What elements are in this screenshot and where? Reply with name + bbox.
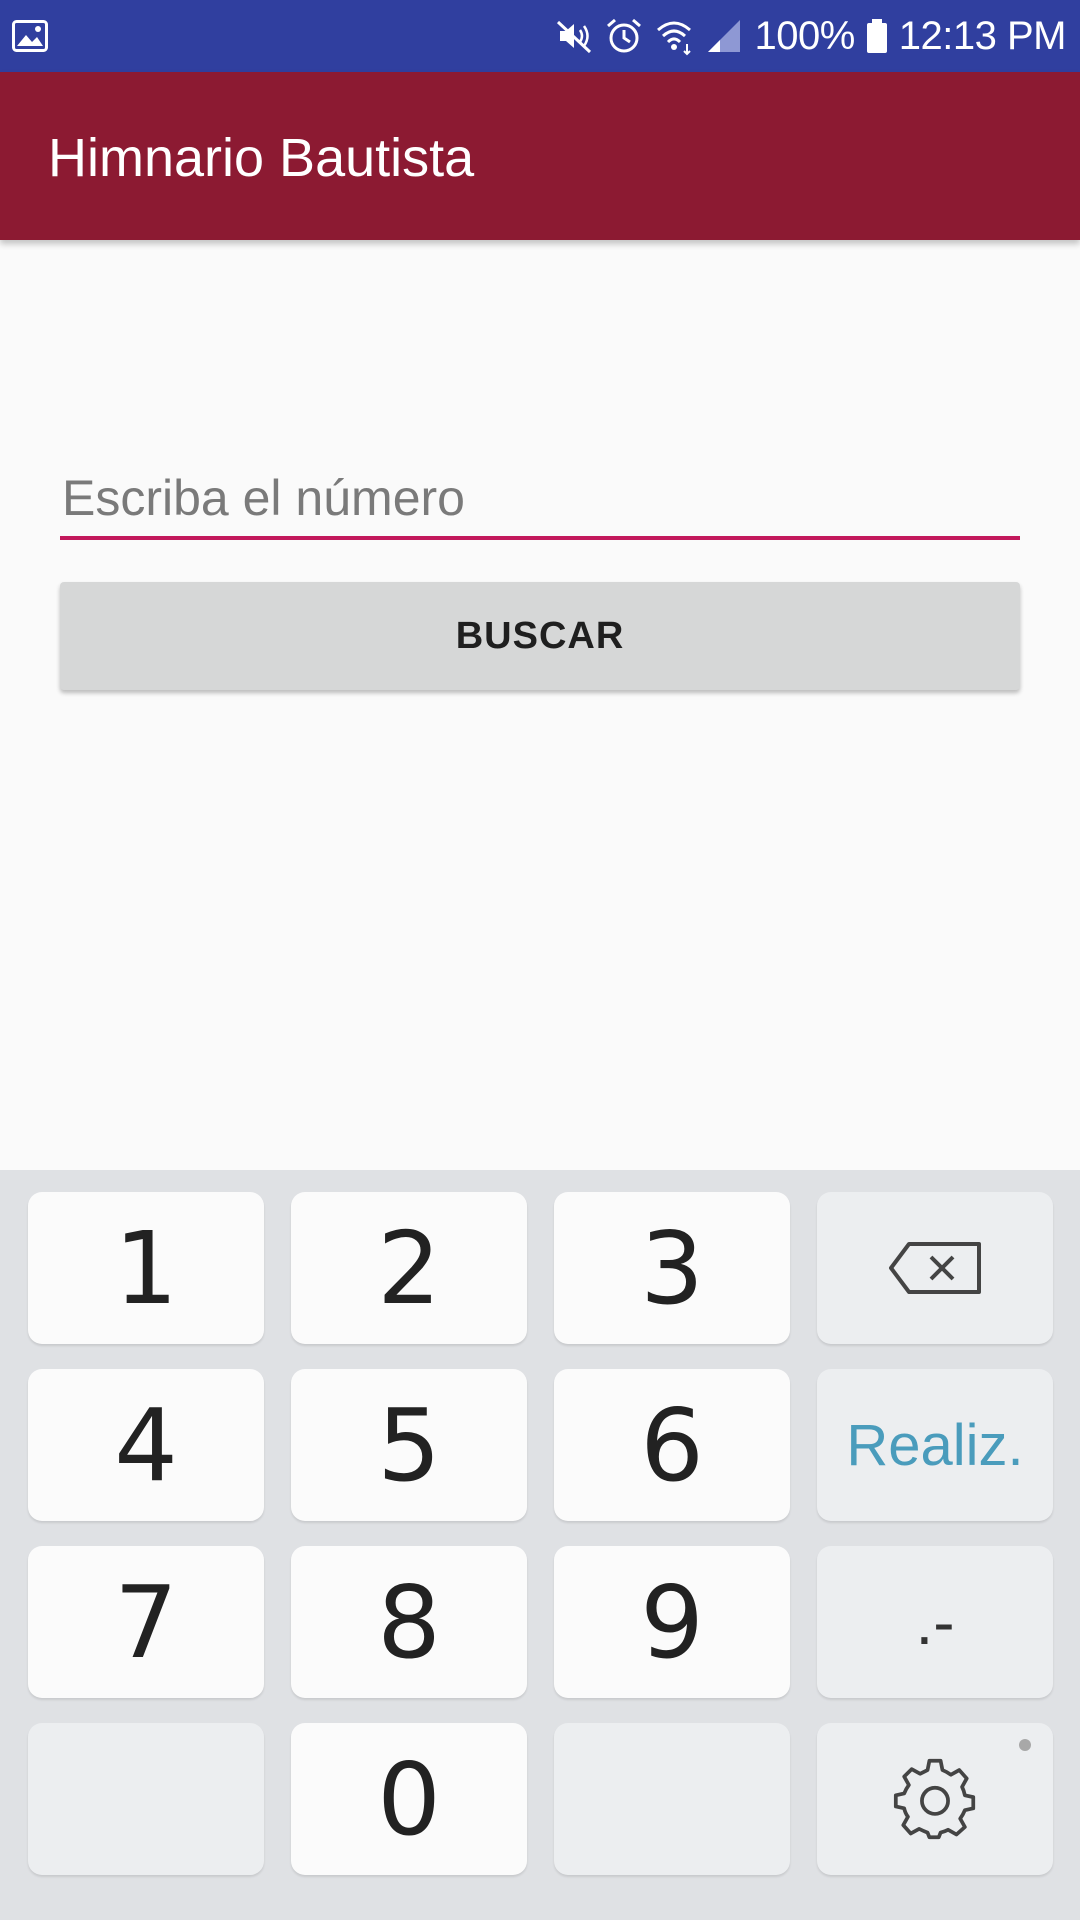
wifi-icon (654, 16, 694, 56)
key-5[interactable]: 5 (291, 1369, 527, 1521)
key-0[interactable]: 0 (291, 1723, 527, 1875)
key-4[interactable]: 4 (28, 1369, 264, 1521)
app-title: Himnario Bautista (48, 128, 475, 188)
key-2[interactable]: 2 (291, 1192, 527, 1344)
search-button[interactable]: BUSCAR (60, 582, 1020, 690)
blank-key-left (28, 1723, 264, 1875)
settings-key[interactable] (817, 1723, 1053, 1875)
battery-icon (865, 16, 889, 56)
key-1[interactable]: 1 (28, 1192, 264, 1344)
key-9[interactable]: 9 (554, 1546, 790, 1698)
backspace-key[interactable] (817, 1192, 1053, 1344)
done-key-label: Realiz. (846, 1412, 1024, 1478)
key-7[interactable]: 7 (28, 1546, 264, 1698)
clock: 12:13 PM (898, 14, 1067, 58)
battery-percent: 100% (754, 14, 855, 58)
status-bar: 100% 12:13 PM (0, 0, 1080, 72)
done-key[interactable]: Realiz. (817, 1369, 1053, 1521)
symbol-key[interactable]: .- (817, 1546, 1053, 1698)
key-6[interactable]: 6 (554, 1369, 790, 1521)
numeric-keyboard: 1 2 3 4 5 6 Realiz. 7 8 9 .- 0 (0, 1170, 1080, 1920)
backspace-icon (887, 1240, 983, 1296)
mute-icon (554, 16, 594, 56)
key-3[interactable]: 3 (554, 1192, 790, 1344)
hymn-number-input[interactable] (60, 460, 1020, 540)
alarm-icon (604, 16, 644, 56)
indicator-dot (1019, 1739, 1031, 1751)
status-icons: 100% 12:13 PM (554, 0, 1067, 72)
blank-key-right (554, 1723, 790, 1875)
app-bar: Himnario Bautista (0, 72, 1080, 240)
symbol-key-label: .- (915, 1586, 955, 1658)
gallery-icon (12, 20, 48, 52)
signal-icon (704, 16, 744, 56)
key-8[interactable]: 8 (291, 1546, 527, 1698)
settings-icon (893, 1757, 977, 1841)
